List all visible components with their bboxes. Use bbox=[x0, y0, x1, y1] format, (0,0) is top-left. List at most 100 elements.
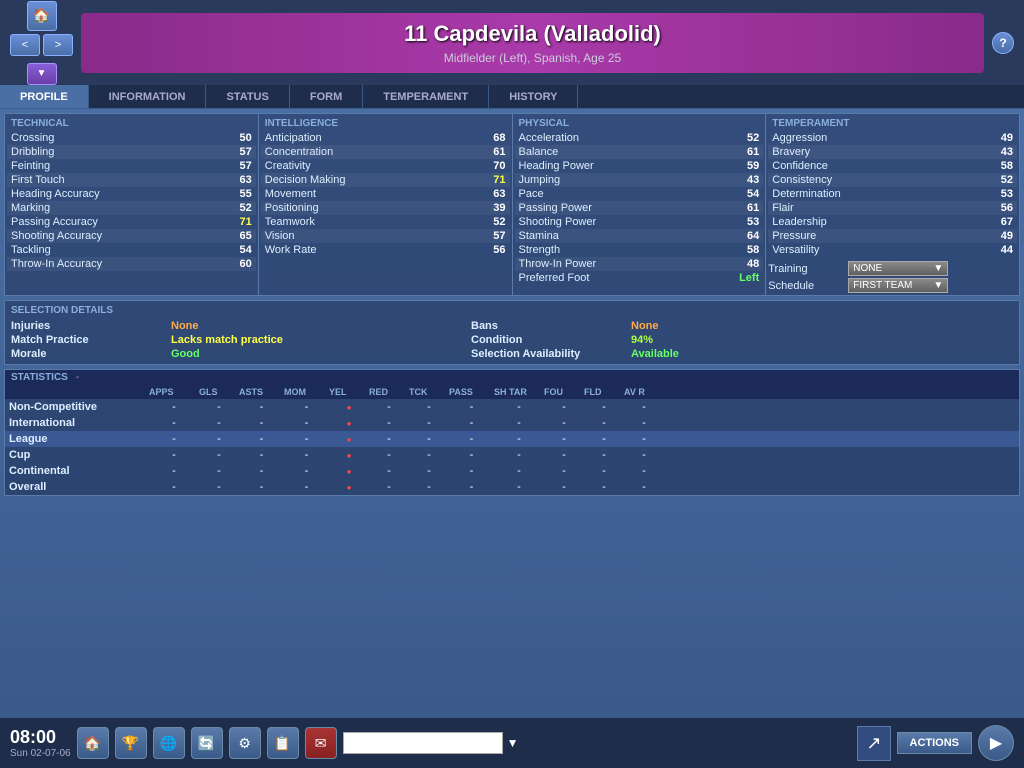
attr-value: 52 bbox=[478, 216, 506, 228]
back-button[interactable]: < bbox=[10, 34, 40, 56]
attr-name: Creativity bbox=[265, 160, 478, 172]
attr-value: 54 bbox=[731, 188, 759, 200]
home-button[interactable]: 🏠 bbox=[27, 1, 57, 31]
help-button[interactable]: ? bbox=[992, 32, 1014, 54]
stats-col-header: PASS bbox=[449, 387, 494, 397]
settings-icon-btn[interactable]: ⚙ bbox=[229, 727, 261, 759]
attr-name: Aggression bbox=[772, 132, 985, 144]
intelligence-col: INTELLIGENCE Anticipation68Concentration… bbox=[259, 114, 513, 295]
stats-col-header: MOM bbox=[284, 387, 329, 397]
stats-cell: - bbox=[369, 481, 409, 493]
trophy-icon-btn[interactable]: 🏆 bbox=[115, 727, 147, 759]
stats-cell: - bbox=[369, 401, 409, 413]
stats-header: APPSGLSASTSMOMYELREDTCKPASSSH TARFOUFLDA… bbox=[5, 385, 1019, 399]
stats-cell: - bbox=[409, 481, 449, 493]
attr-name: Acceleration bbox=[519, 132, 732, 144]
stats-cell: - bbox=[369, 449, 409, 461]
stats-cell: - bbox=[494, 481, 544, 493]
attr-name: Passing Power bbox=[519, 202, 732, 214]
stats-cell: - bbox=[149, 417, 199, 429]
attr-row: Heading Power59 bbox=[515, 159, 764, 173]
stats-cell: - bbox=[584, 433, 624, 445]
selection-field-value: Available bbox=[631, 348, 931, 360]
attr-value: 52 bbox=[731, 132, 759, 144]
attr-value: 58 bbox=[731, 244, 759, 256]
selection-field-value: 94% bbox=[631, 334, 931, 346]
stats-col-header: SH TAR bbox=[494, 387, 544, 397]
attr-name: Crossing bbox=[11, 132, 224, 144]
attr-value: 52 bbox=[224, 202, 252, 214]
stats-row[interactable]: Continental----●------- bbox=[5, 463, 1019, 479]
attr-row: Feinting57 bbox=[7, 159, 256, 173]
stats-row[interactable]: League----●------- bbox=[5, 431, 1019, 447]
stats-cell: - bbox=[149, 449, 199, 461]
attr-value: 61 bbox=[478, 146, 506, 158]
mail-icon-btn[interactable]: ✉ bbox=[305, 727, 337, 759]
stats-cell: ● bbox=[329, 449, 369, 461]
stats-row[interactable]: Cup----●------- bbox=[5, 447, 1019, 463]
forward-circle-button[interactable]: ▶ bbox=[978, 725, 1014, 761]
stats-cell: ● bbox=[329, 465, 369, 477]
attr-row: Teamwork52 bbox=[261, 215, 510, 229]
dropdown-button[interactable]: ▼ bbox=[27, 63, 57, 85]
attr-value: 50 bbox=[224, 132, 252, 144]
stats-row[interactable]: Overall----●------- bbox=[5, 479, 1019, 495]
tab-information[interactable]: INFORMATION bbox=[89, 85, 207, 108]
attr-row: Throw-In Power48 bbox=[515, 257, 764, 271]
player-title: 11 Capdevila (Valladolid) bbox=[101, 21, 964, 47]
attr-value: 53 bbox=[731, 216, 759, 228]
selection-field-label: Condition bbox=[471, 334, 631, 346]
attr-value: 43 bbox=[731, 174, 759, 186]
forward-button[interactable]: > bbox=[43, 34, 73, 56]
stats-col-header: RED bbox=[369, 387, 409, 397]
stats-col-header: TCK bbox=[409, 387, 449, 397]
attr-value: 64 bbox=[731, 230, 759, 242]
attr-row: Anticipation68 bbox=[261, 131, 510, 145]
nav-arrows: < > bbox=[10, 34, 73, 56]
home-icon-btn[interactable]: 🏠 bbox=[77, 727, 109, 759]
stats-row[interactable]: International----●------- bbox=[5, 415, 1019, 431]
attr-row: Shooting Accuracy65 bbox=[7, 229, 256, 243]
stats-cell: - bbox=[199, 417, 239, 429]
attr-row: Heading Accuracy55 bbox=[7, 187, 256, 201]
attr-value: 63 bbox=[224, 174, 252, 186]
attr-name: Bravery bbox=[772, 146, 985, 158]
player-details: Midfielder (Left), Spanish, Age 25 bbox=[101, 51, 964, 65]
actions-button[interactable]: ACTIONS bbox=[897, 732, 973, 754]
refresh-icon-btn[interactable]: 🔄 bbox=[191, 727, 223, 759]
intelligence-label: INTELLIGENCE bbox=[261, 116, 510, 131]
clipboard-icon-btn[interactable]: 📋 bbox=[267, 727, 299, 759]
attr-value: 56 bbox=[478, 244, 506, 256]
temperament-label: TEMPERAMENT bbox=[768, 116, 1017, 131]
tab-temperament[interactable]: TEMPERAMENT bbox=[363, 85, 489, 108]
training-dropdown[interactable]: NONE▼ bbox=[848, 261, 948, 276]
stats-cell: - bbox=[199, 449, 239, 461]
attr-row: Consistency52 bbox=[768, 173, 1017, 187]
globe-icon-btn[interactable]: 🌐 bbox=[153, 727, 185, 759]
player-header: 11 Capdevila (Valladolid) Midfielder (Le… bbox=[81, 13, 984, 73]
attr-value: 71 bbox=[478, 174, 506, 186]
stats-col-header bbox=[9, 387, 149, 397]
search-dropdown-arrow[interactable]: ▼ bbox=[507, 736, 519, 750]
search-input[interactable] bbox=[343, 732, 503, 754]
stats-title: STATISTICS bbox=[11, 372, 68, 383]
technical-label: TECHNICAL bbox=[7, 116, 256, 131]
attr-name: Work Rate bbox=[265, 244, 478, 256]
schedule-dropdown[interactable]: FIRST TEAM▼ bbox=[848, 278, 948, 293]
stats-cell: - bbox=[284, 449, 329, 461]
attr-value: 57 bbox=[478, 230, 506, 242]
attr-value: 71 bbox=[224, 216, 252, 228]
tab-profile[interactable]: PROFILE bbox=[0, 85, 89, 108]
attr-value: 52 bbox=[985, 174, 1013, 186]
stats-row[interactable]: Non-Competitive----●------- bbox=[5, 399, 1019, 415]
training-label: Training bbox=[768, 263, 848, 275]
stats-row-name: Overall bbox=[9, 481, 149, 493]
attr-name: Marking bbox=[11, 202, 224, 214]
attr-row: Balance61 bbox=[515, 145, 764, 159]
tab-form[interactable]: FORM bbox=[290, 85, 363, 108]
tab-status[interactable]: STATUS bbox=[206, 85, 289, 108]
attr-name: Determination bbox=[772, 188, 985, 200]
stats-cell: - bbox=[239, 401, 284, 413]
attr-row: Strength58 bbox=[515, 243, 764, 257]
tab-history[interactable]: HISTORY bbox=[489, 85, 578, 108]
